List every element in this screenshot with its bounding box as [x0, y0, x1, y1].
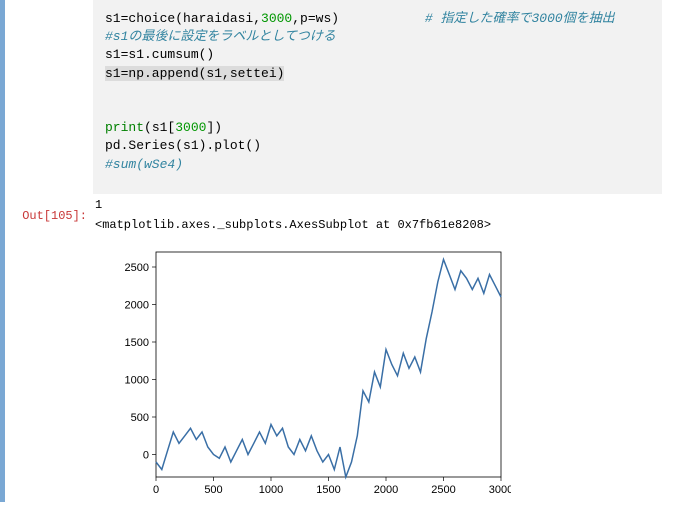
svg-text:1500: 1500	[316, 484, 340, 496]
svg-text:1000: 1000	[125, 374, 149, 386]
out-prompt: Out[105]:	[22, 209, 87, 223]
svg-text:1000: 1000	[259, 484, 283, 496]
line-chart: 0 500 1000 1500 2000 2500 0 500 1000 1500 2000 2500…	[111, 242, 511, 502]
code-line-3: s1=s1.cumsum()	[105, 47, 214, 62]
svg-text:0: 0	[143, 449, 149, 461]
cell-main: s1=choice(haraidasi,3000,p=ws) # 指定した確率で…	[93, 0, 682, 502]
stdout-text: 1	[93, 194, 662, 216]
code-line-4: s1=np.append(s1,settei)	[105, 66, 284, 81]
svg-text:1500: 1500	[125, 337, 149, 349]
notebook-cell: Out[105]: s1=choice(haraidasi,3000,p=ws)…	[0, 0, 682, 502]
code-line-2: #s1の最後に設定をラベルとしてつける	[105, 29, 336, 44]
svg-text:500: 500	[204, 484, 222, 496]
svg-text:2500: 2500	[125, 262, 149, 274]
svg-text:0: 0	[153, 484, 159, 496]
svg-text:3000: 3000	[489, 484, 511, 496]
prompt-gutter: Out[105]:	[7, 0, 93, 502]
svg-text:2000: 2000	[374, 484, 398, 496]
svg-text:2500: 2500	[431, 484, 455, 496]
svg-text:2000: 2000	[125, 299, 149, 311]
code-cell[interactable]: s1=choice(haraidasi,3000,p=ws) # 指定した確率で…	[93, 0, 662, 194]
code-line-7: #sum(wSe4)	[105, 157, 183, 172]
output-repr: <matplotlib.axes._subplots.AxesSubplot a…	[93, 216, 662, 242]
code-line-6: pd.Series(s1).plot()	[105, 138, 261, 153]
code-line-5: print(s1[3000])	[105, 120, 222, 135]
svg-text:500: 500	[131, 412, 149, 424]
code-line-1: s1=choice(haraidasi,3000,p=ws) # 指定した確率で…	[105, 11, 615, 26]
